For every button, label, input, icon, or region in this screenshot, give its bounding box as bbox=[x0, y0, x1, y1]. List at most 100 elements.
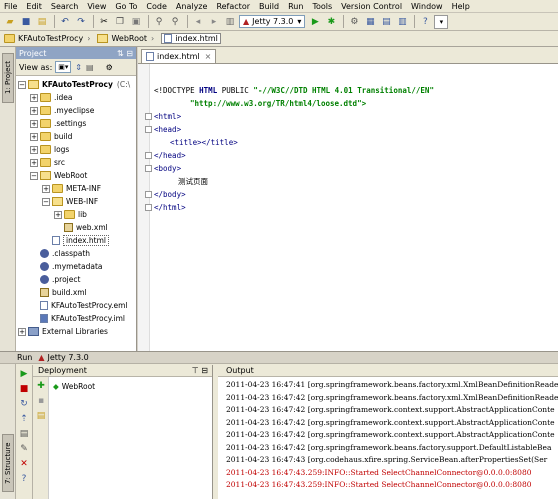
make-icon[interactable]: ▥ bbox=[223, 15, 237, 29]
restart-icon[interactable]: ↻ bbox=[18, 398, 30, 410]
close-icon[interactable]: × bbox=[205, 52, 212, 61]
tree-item[interactable]: web.xml bbox=[16, 221, 136, 234]
vcs-icon[interactable]: ▥ bbox=[395, 15, 409, 29]
copy-icon[interactable]: ❐ bbox=[113, 15, 127, 29]
expand-icon[interactable]: + bbox=[42, 184, 50, 193]
fold-icon[interactable] bbox=[145, 204, 152, 211]
fold-icon[interactable] bbox=[145, 165, 152, 172]
menu-version-control[interactable]: Version Control bbox=[341, 2, 402, 11]
tree-item[interactable]: + META-INF bbox=[16, 182, 136, 195]
breadcrumb-project[interactable]: KFAutoTestProcy › bbox=[4, 34, 94, 43]
help-icon[interactable]: ? bbox=[18, 473, 30, 485]
sync-icon[interactable]: ▤ bbox=[35, 15, 49, 29]
tree-item-selected[interactable]: index.html bbox=[16, 234, 136, 247]
fold-icon[interactable] bbox=[145, 152, 152, 159]
cut-icon[interactable]: ✂ bbox=[97, 15, 111, 29]
menu-tools[interactable]: Tools bbox=[312, 2, 332, 11]
rerun-icon[interactable]: ▶ bbox=[18, 368, 30, 380]
menu-help[interactable]: Help bbox=[452, 2, 470, 11]
project-tool-tab[interactable]: 1: Project bbox=[2, 53, 14, 103]
find-icon[interactable]: ⚲ bbox=[152, 15, 166, 29]
back-icon[interactable]: ◂ bbox=[191, 15, 205, 29]
tree-item[interactable]: .project bbox=[16, 273, 136, 286]
stop-icon[interactable]: ■ bbox=[18, 383, 30, 395]
paste-icon[interactable]: ▣ bbox=[129, 15, 143, 29]
collapse-icon[interactable]: − bbox=[18, 80, 26, 89]
output-console[interactable]: 2011-04-23 16:47:41 [org.springframework… bbox=[218, 377, 558, 493]
menu-file[interactable]: File bbox=[4, 2, 17, 11]
run-icon[interactable]: ▶ bbox=[308, 15, 322, 29]
close-icon[interactable]: ✕ bbox=[18, 458, 30, 470]
structure-icon[interactable]: ▦ bbox=[363, 15, 377, 29]
menu-build[interactable]: Build bbox=[259, 2, 279, 11]
tree-item[interactable]: .mymetadata bbox=[16, 260, 136, 273]
dropdown-icon[interactable]: ▾ bbox=[434, 14, 449, 29]
editor-tab-index-html[interactable]: index.html × bbox=[141, 49, 217, 63]
expand-icon[interactable]: + bbox=[30, 93, 38, 102]
redo-icon[interactable]: ↷ bbox=[74, 15, 88, 29]
expand-icon[interactable]: + bbox=[30, 158, 38, 167]
expand-icon[interactable]: + bbox=[54, 210, 62, 219]
fold-icon[interactable] bbox=[145, 126, 152, 133]
tree-item[interactable]: .classpath bbox=[16, 247, 136, 260]
print-icon[interactable]: ▤ bbox=[18, 428, 30, 440]
tree-item[interactable]: + logs bbox=[16, 143, 136, 156]
menu-analyze[interactable]: Analyze bbox=[176, 2, 208, 11]
tree-item[interactable]: KFAutoTestProcy.eml bbox=[16, 299, 136, 312]
fold-icon[interactable] bbox=[145, 191, 152, 198]
up-icon[interactable]: ⇡ bbox=[18, 413, 30, 425]
autoscroll-icon[interactable]: ⇕ bbox=[75, 63, 82, 72]
menu-search[interactable]: Search bbox=[51, 2, 78, 11]
panel-options-icon[interactable]: ⇅ ⊟ bbox=[117, 49, 133, 58]
pin-icon[interactable]: ✎ bbox=[18, 443, 30, 455]
tree-root[interactable]: − KFAutoTestProcy (C:\ bbox=[16, 78, 136, 91]
expand-icon[interactable]: + bbox=[18, 327, 26, 336]
update-icon[interactable]: ▤ bbox=[379, 15, 393, 29]
menu-run[interactable]: Run bbox=[288, 2, 303, 11]
tree-item[interactable]: + lib bbox=[16, 208, 136, 221]
replace-icon[interactable]: ⚲ bbox=[168, 15, 182, 29]
breadcrumb-folder[interactable]: WebRoot › bbox=[97, 34, 158, 43]
tree-item[interactable]: KFAutoTestProcy.iml bbox=[16, 312, 136, 325]
settings-icon[interactable]: ⚙ bbox=[347, 15, 361, 29]
menu-edit[interactable]: Edit bbox=[26, 2, 42, 11]
tree-item[interactable]: + .idea bbox=[16, 91, 136, 104]
breadcrumb-file[interactable]: index.html bbox=[161, 33, 221, 44]
expand-icon[interactable]: + bbox=[30, 145, 38, 154]
artifact-icon[interactable]: ▤ bbox=[35, 410, 47, 422]
gear-icon[interactable]: ⚙ bbox=[106, 63, 113, 72]
expand-icon[interactable]: + bbox=[30, 119, 38, 128]
tree-item[interactable]: + src bbox=[16, 156, 136, 169]
view-as-select[interactable]: ▣▾ bbox=[55, 61, 72, 73]
tree-item[interactable]: − WebRoot bbox=[16, 169, 136, 182]
tree-item[interactable]: + .myeclipse bbox=[16, 104, 136, 117]
menu-refactor[interactable]: Refactor bbox=[216, 2, 250, 11]
menu-goto[interactable]: Go To bbox=[115, 2, 137, 11]
run-config-tab[interactable]: Jetty 7.3.0 bbox=[48, 353, 89, 362]
open-icon[interactable]: ▰ bbox=[3, 15, 17, 29]
tree-item[interactable]: + .settings bbox=[16, 117, 136, 130]
expand-icon[interactable]: + bbox=[30, 106, 38, 115]
tree-item[interactable]: + External Libraries bbox=[16, 325, 136, 338]
save-icon[interactable]: ■ bbox=[19, 15, 33, 29]
deploy-icon[interactable]: ✚ bbox=[35, 380, 47, 392]
structure-tool-tab[interactable]: 7: Structure bbox=[2, 434, 14, 492]
deployment-item[interactable]: ◆ WebRoot bbox=[53, 380, 95, 393]
undeploy-icon[interactable]: ▪ bbox=[35, 395, 47, 407]
collapse-icon[interactable]: − bbox=[30, 171, 38, 180]
debug-icon[interactable]: ✱ bbox=[324, 15, 338, 29]
tree-item[interactable]: − WEB-INF bbox=[16, 195, 136, 208]
forward-icon[interactable]: ▸ bbox=[207, 15, 221, 29]
tree-item[interactable]: + build bbox=[16, 130, 136, 143]
panel-options-icon[interactable]: ⊤ ⊟ bbox=[192, 366, 208, 375]
help-icon[interactable]: ? bbox=[418, 15, 432, 29]
collapse-icon[interactable]: − bbox=[42, 197, 50, 206]
menu-code[interactable]: Code bbox=[146, 2, 166, 11]
tree-item[interactable]: build.xml bbox=[16, 286, 136, 299]
code-area[interactable]: <!DOCTYPE HTML PUBLIC "-//W3C//DTD HTML … bbox=[145, 84, 434, 214]
undo-icon[interactable]: ↶ bbox=[58, 15, 72, 29]
collapse-all-icon[interactable]: ▤ bbox=[86, 63, 94, 72]
expand-icon[interactable]: + bbox=[30, 132, 38, 141]
fold-icon[interactable] bbox=[145, 113, 152, 120]
run-config-select[interactable]: ▲ Jetty 7.3.0 ▾ bbox=[239, 15, 306, 28]
